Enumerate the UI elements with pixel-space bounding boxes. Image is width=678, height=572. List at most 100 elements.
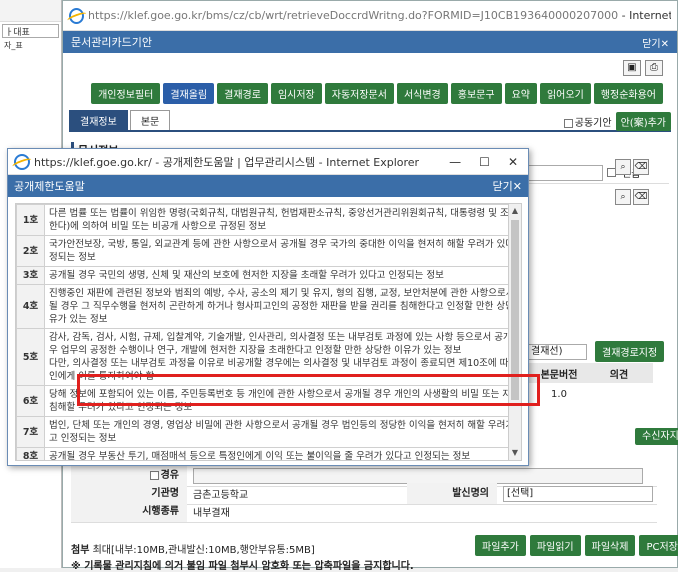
help-table-container: 1호 다른 법률 또는 법률이 위임한 명령(국회규칙, 대법원규칙, 헌법재판소… <box>15 203 522 461</box>
row-number: 5호 <box>16 328 45 386</box>
tool-row: ▣ ⎙ <box>63 57 677 79</box>
action-button-row: 개인정보필터 결재올림 결재경로 임시저장 자동저장문서 서식변경 홍보문구 요약 읽어오기 행정… <box>63 83 677 104</box>
popup-title: 공개제한도움말 <box>14 180 85 193</box>
editor-char-label: 자_표 <box>4 41 23 50</box>
action-button[interactable]: 임시저장 <box>270 83 322 104</box>
row-text: 공개될 경우 부동산 투기, 매점매석 등으로 특정인에게 이익 또는 불이익을… <box>44 447 521 460</box>
window-controls: — ☐ ✕ <box>449 155 522 169</box>
joint-draft-checkbox[interactable]: 공동기안 <box>563 114 612 129</box>
scrollbar[interactable]: ▲ ▼ <box>508 204 521 460</box>
attach-label: 첨부 <box>71 545 90 556</box>
row-number: 8호 <box>16 447 45 460</box>
action-button[interactable]: 홍보문구 <box>450 83 502 104</box>
action-button[interactable]: 요약 <box>504 83 537 104</box>
action-button[interactable]: 자동저장문서 <box>324 83 394 104</box>
popup-titlebar: https://klef.goe.go.kr/ - 공개제한도움말 | 업무관리… <box>8 149 528 175</box>
receiver-set-button[interactable]: 수신자지정 <box>635 428 678 445</box>
org-value: 금촌고등학교 <box>193 490 249 501</box>
search-icon[interactable]: ⌕ <box>615 159 631 175</box>
scroll-down-icon[interactable]: ▼ <box>509 446 521 460</box>
editor-toolbar <box>0 0 61 22</box>
tab-bar: 결재정보 본문 공동기안 안(案)추가 <box>69 110 671 132</box>
font-selector[interactable]: ㅏ대표 <box>2 24 59 38</box>
col-opinion: 의견 <box>609 369 629 381</box>
route-select[interactable]: 결재선) <box>527 343 587 360</box>
help-row: 3호 공개될 경우 국민의 생명, 신체 및 재산의 보호에 현저한 지장을 초래… <box>16 266 521 285</box>
row-number: 1호 <box>16 204 45 236</box>
route-set-button[interactable]: 결재경로지정 <box>595 341 665 362</box>
action-button[interactable]: 행정순화용어 <box>593 83 663 104</box>
checkbox-icon <box>563 118 573 128</box>
close-icon[interactable]: ✕ <box>508 155 518 169</box>
action-button[interactable]: 읽어오기 <box>539 83 591 104</box>
approval-grid-header: 본문버전 의견 <box>529 363 653 383</box>
print-icon[interactable]: ⎙ <box>645 60 663 76</box>
search-icon[interactable]: ⌕ <box>615 189 631 205</box>
sender-field: [선택] <box>497 485 657 502</box>
row-number: 4호 <box>16 284 45 329</box>
tab-body[interactable]: 본문 <box>129 110 171 130</box>
scroll-up-icon[interactable]: ▲ <box>509 204 521 218</box>
ie-logo-icon <box>14 153 30 170</box>
attach-buttons: 파일추가 파일읽기 파일삭제 PC저장 <box>475 535 678 556</box>
tab-approval-info[interactable]: 결재정보 <box>69 110 128 130</box>
receiver-area: 수신자지정 <box>635 427 678 445</box>
save-icon[interactable]: ▣ <box>623 60 641 76</box>
popup-close-button[interactable]: 닫기✕ <box>493 178 522 194</box>
via-input[interactable] <box>193 467 643 484</box>
popup-window-title: https://klef.goe.go.kr/ - 공개제한도움말 | 업무관리… <box>34 155 420 169</box>
action-button[interactable]: 결재올림 <box>163 83 215 104</box>
scroll-thumb[interactable] <box>511 220 519 400</box>
row-text: 국가안전보장, 국방, 통일, 외교관계 등에 관한 사항으로서 공개될 경우 … <box>44 235 521 267</box>
eraser-icon[interactable]: ⌫ <box>633 189 649 205</box>
sender-select[interactable]: [선택] <box>503 485 653 502</box>
attach-info: 첨부 최대[내부:10MB,관내발신:10MB,행안부유통:5MB] <box>71 541 315 556</box>
notice-text: ※ 기록물 관리지침에 의거 불임 파일 첨부시 암호화 또는 압축파일을 금지… <box>71 561 414 572</box>
row-text: 다른 법률 또는 법률이 위임한 명령(국회규칙, 대법원규칙, 헌법재판소규칙… <box>44 204 521 236</box>
help-row: 4호 진행중인 재판에 관련된 정보와 범죄의 예방, 수사, 공소의 제기 및 … <box>16 284 521 329</box>
row-number: 3호 <box>16 266 45 285</box>
attach-button[interactable]: PC저장 <box>639 535 678 556</box>
right-search-tools: ⌕ ⌫ ⌕ ⌫ <box>615 159 649 205</box>
restriction-help-popup: https://klef.goe.go.kr/ - 공개제한도움말 | 업무관리… <box>7 148 529 466</box>
eraser-icon[interactable]: ⌫ <box>633 159 649 175</box>
action-button[interactable]: 개인정보필터 <box>91 83 161 104</box>
card-title: 문서관리카드기안 <box>71 36 152 49</box>
action-button[interactable]: 서식변경 <box>396 83 448 104</box>
card-header: 문서관리카드기안 닫기✕ <box>63 31 677 53</box>
row-number: 6호 <box>16 385 45 417</box>
via-field <box>187 467 657 484</box>
type-value: 내부결재 <box>193 508 230 519</box>
main-window-title: https://klef.goe.go.kr/bms/cz/cb/wrt/ret… <box>88 9 671 22</box>
tab-right-tools: 공동기안 안(案)추가 <box>563 112 671 131</box>
help-row: 1호 다른 법률 또는 법률이 위임한 명령(국회규칙, 대법원규칙, 헌법재판소… <box>16 204 521 236</box>
attach-button[interactable]: 파일읽기 <box>529 535 581 556</box>
search-tools-1: ⌕ ⌫ <box>615 159 649 175</box>
help-row: 2호 국가안전보장, 국방, 통일, 외교관계 등에 관한 사항으로서 공개될 경… <box>16 235 521 267</box>
attach-button[interactable]: 파일삭제 <box>584 535 636 556</box>
popup-header: 공개제한도움말 닫기✕ <box>8 175 528 197</box>
help-row: 7호 법인, 단체 또는 개인의 경영, 영업상 비밀에 관한 사항으로서 공개될… <box>16 416 521 448</box>
via-checkbox[interactable] <box>149 470 159 480</box>
row-number: 2호 <box>16 235 45 267</box>
row-text: 공개될 경우 국민의 생명, 신체 및 재산의 보호에 현저한 지장을 초래할 … <box>44 266 521 285</box>
maximize-icon[interactable]: ☐ <box>479 155 490 169</box>
ie-logo-icon <box>69 7 85 24</box>
card-close-button[interactable]: 닫기✕ <box>642 35 669 50</box>
type-label: 시행종류 <box>71 501 187 522</box>
action-button[interactable]: 결재경로 <box>217 83 268 104</box>
main-titlebar: https://klef.goe.go.kr/bms/cz/cb/wrt/ret… <box>63 1 677 31</box>
row-number: 7호 <box>16 416 45 448</box>
row-text: 진행중인 재판에 관련된 정보와 범죄의 예방, 수사, 공소의 제기 및 유지… <box>44 284 521 329</box>
attach-button[interactable]: 파일추가 <box>475 535 526 556</box>
help-table: 1호 다른 법률 또는 법률이 위임한 명령(국회규칙, 대법원규칙, 헌법재판소… <box>16 204 521 460</box>
minimize-icon[interactable]: — <box>449 155 461 169</box>
search-tools-2: ⌕ ⌫ <box>615 189 649 205</box>
row-text: 법인, 단체 또는 개인의 경영, 영업상 비밀에 관한 사항으로서 공개될 경… <box>44 416 521 448</box>
route-row: 결재선) 결재경로지정 <box>527 341 665 362</box>
attach-desc: 최대[내부:10MB,관내발신:10MB,행안부유통:5MB] <box>92 545 315 556</box>
add-draft-button[interactable]: 안(案)추가 <box>615 112 671 131</box>
highlight-box <box>77 374 540 406</box>
type-row: 시행종류 내부결재 <box>71 501 657 523</box>
help-row: 8호 공개될 경우 부동산 투기, 매점매석 등으로 특정인에게 이익 또는 불이… <box>16 447 521 460</box>
